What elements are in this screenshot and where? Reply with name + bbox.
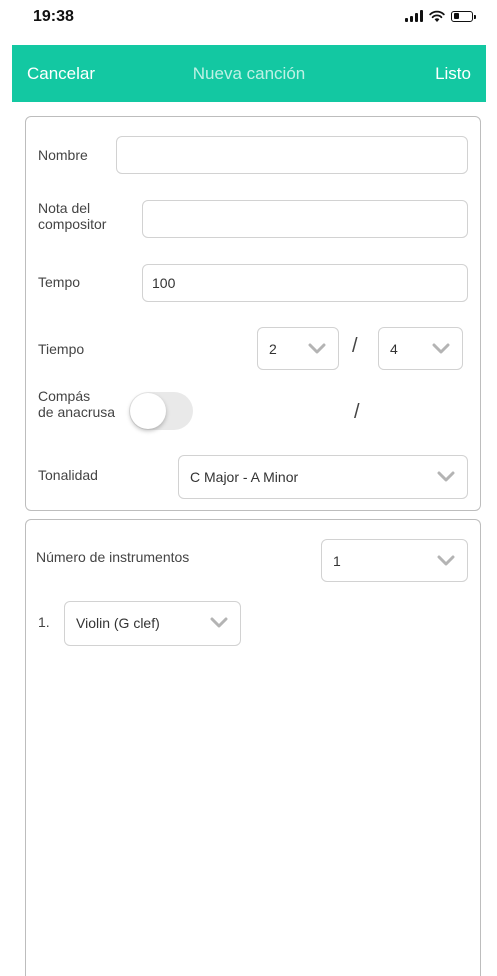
battery-level [453,13,460,19]
pickup-measure-label: Compás de anacrusa [38,388,115,420]
time-numerator-value: 2 [269,341,277,357]
instrument-value: Violin (G clef) [76,615,160,631]
composer-note-input[interactable] [142,200,468,238]
pickup-separator: / [354,401,360,423]
chevron-down-icon [432,343,450,354]
composer-note-label-line2: compositor [38,216,107,232]
name-label: Nombre [38,147,88,163]
chevron-down-icon [437,555,455,566]
cancel-button[interactable]: Cancelar [27,64,95,84]
signal-icon [405,10,423,22]
instrument-select[interactable]: Violin (G clef) [64,601,241,646]
wifi-icon [429,10,445,22]
song-settings-panel: Nombre Nota del compositor Tempo Tiempo … [25,116,481,511]
instrument-count-label: Número de instrumentos [36,549,190,565]
chevron-down-icon [210,617,228,628]
key-label: Tonalidad [38,467,98,483]
pickup-measure-toggle[interactable] [129,392,193,430]
tempo-label: Tempo [38,274,81,290]
instrument-index: 1. [38,614,50,630]
instruments-panel: Número de instrumentos 1 1. Violin (G cl… [25,519,481,976]
status-time: 19:38 [33,8,74,25]
time-denominator-value: 4 [390,341,398,357]
key-select[interactable]: C Major - A Minor [178,455,468,499]
done-button[interactable]: Listo [435,64,471,84]
pickup-label-line1: Compás [38,388,91,404]
nav-header: Nueva canción Cancelar Listo [12,45,486,102]
chevron-down-icon [437,471,455,482]
status-bar: 19:38 [0,0,497,44]
key-value: C Major - A Minor [190,469,299,485]
pickup-label-line2: de anacrusa [38,404,116,420]
instrument-count-select[interactable]: 1 [321,539,468,582]
tempo-input[interactable] [142,264,468,302]
chevron-down-icon [308,343,326,354]
toggle-knob [130,393,166,429]
time-denominator-select[interactable]: 4 [378,327,463,370]
time-signature-label: Tiempo [38,341,85,357]
time-separator: / [352,335,358,357]
instrument-count-value: 1 [333,553,341,569]
name-input[interactable] [116,136,468,174]
composer-note-label: Nota del compositor [38,200,106,232]
battery-icon [451,10,476,22]
status-icons [405,9,476,23]
time-numerator-select[interactable]: 2 [257,327,339,370]
composer-note-label-line1: Nota del [38,200,91,216]
